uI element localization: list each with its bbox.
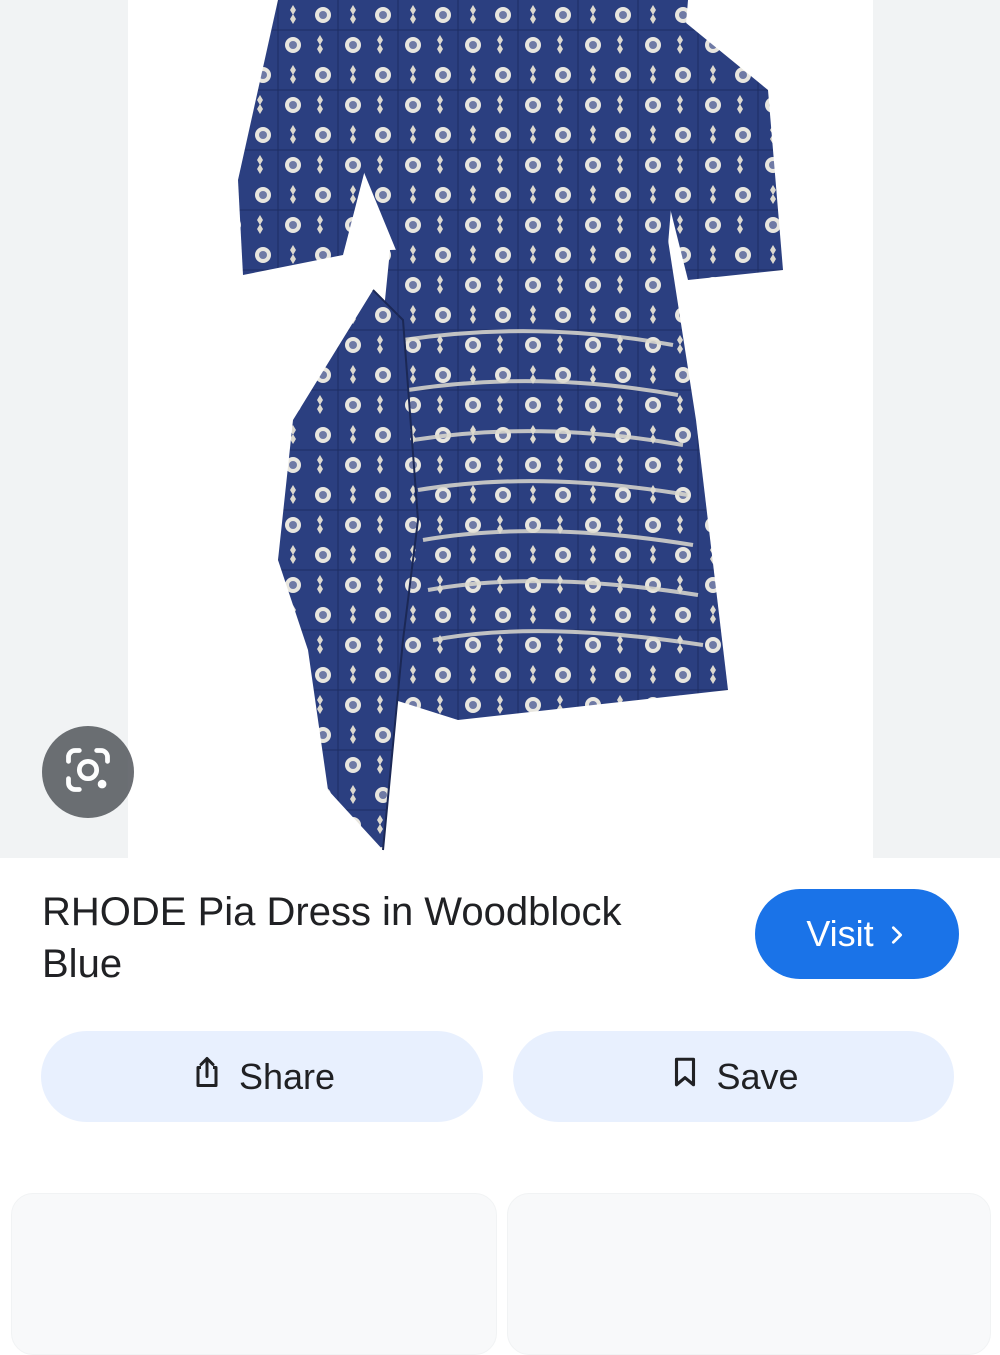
product-image-area <box>0 0 1000 858</box>
bookmark-icon <box>668 1054 702 1099</box>
visit-label: Visit <box>806 913 874 954</box>
save-button[interactable]: Save <box>513 1031 954 1122</box>
share-button[interactable]: Share <box>41 1031 483 1122</box>
google-lens-button[interactable] <box>42 726 134 818</box>
chevron-right-icon <box>886 913 908 955</box>
google-lens-icon <box>62 744 114 801</box>
share-icon <box>189 1054 225 1099</box>
share-label: Share <box>238 1055 336 1097</box>
product-image[interactable] <box>128 0 873 858</box>
visit-button[interactable]: Visit <box>755 889 959 979</box>
product-title: RHODE Pia Dress in Woodblock Blue <box>42 890 622 986</box>
related-result-card[interactable] <box>507 1193 991 1355</box>
related-result-card[interactable] <box>11 1193 497 1355</box>
save-label: Save <box>716 1055 799 1097</box>
